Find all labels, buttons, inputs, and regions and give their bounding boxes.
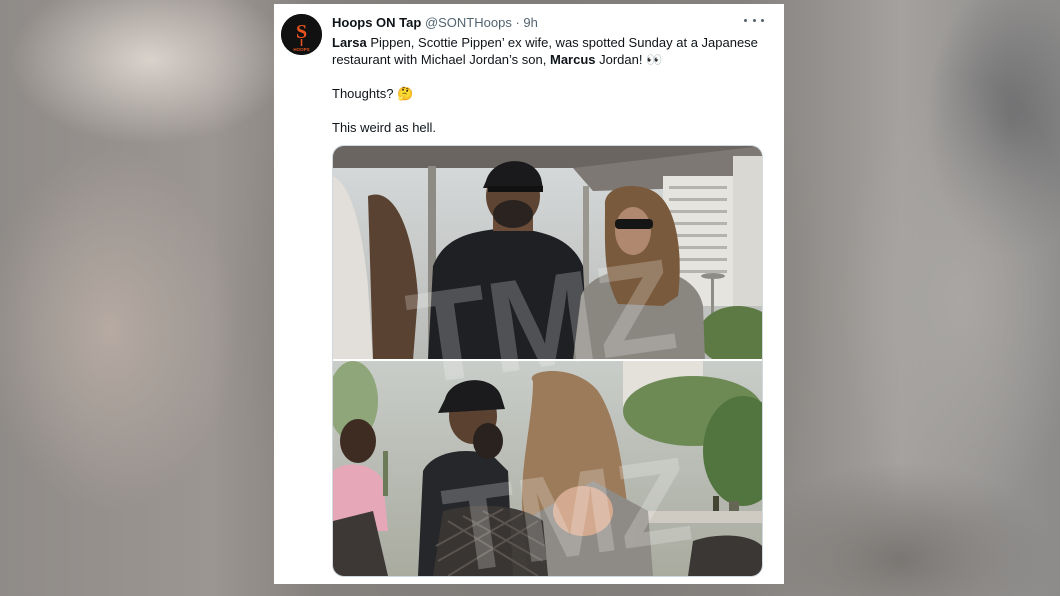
tweet-photo[interactable]: TMZ TMZ: [332, 145, 763, 577]
avatar-brand: HOOPS: [293, 47, 309, 52]
user-handle[interactable]: @SONTHoops: [425, 15, 512, 30]
avatar[interactable]: S HOOPS: [281, 14, 322, 55]
hoops-logo-icon: S HOOPS: [281, 14, 322, 55]
separator: ·: [515, 15, 520, 30]
tweet-header: Hoops ON Tap @SONTHoops · 9h: [332, 15, 764, 33]
mention-marcus: Marcus: [549, 52, 596, 67]
timestamp[interactable]: 9h: [523, 15, 537, 30]
tweet-body: Larsa Pippen, Scottie Pippen’ ex wife, w…: [332, 34, 762, 136]
tweet-line-2: Thoughts? 🤔: [332, 86, 414, 101]
tweet-text-2: Jordan! 👀: [595, 52, 663, 67]
tweet-text-1: Pippen, Scottie Pippen’ ex wife, was spo…: [332, 35, 758, 67]
tweet-card[interactable]: S HOOPS Hoops ON Tap @SONTHoops · 9h Lar…: [274, 4, 784, 584]
tweet-line-3: This weird as hell.: [332, 120, 437, 135]
more-horizontal-icon[interactable]: [744, 13, 764, 27]
mention-larsa: Larsa: [332, 35, 367, 50]
tweet-line-1: Larsa Pippen, Scottie Pippen’ ex wife, w…: [332, 34, 762, 68]
display-name[interactable]: Hoops ON Tap: [332, 15, 421, 30]
